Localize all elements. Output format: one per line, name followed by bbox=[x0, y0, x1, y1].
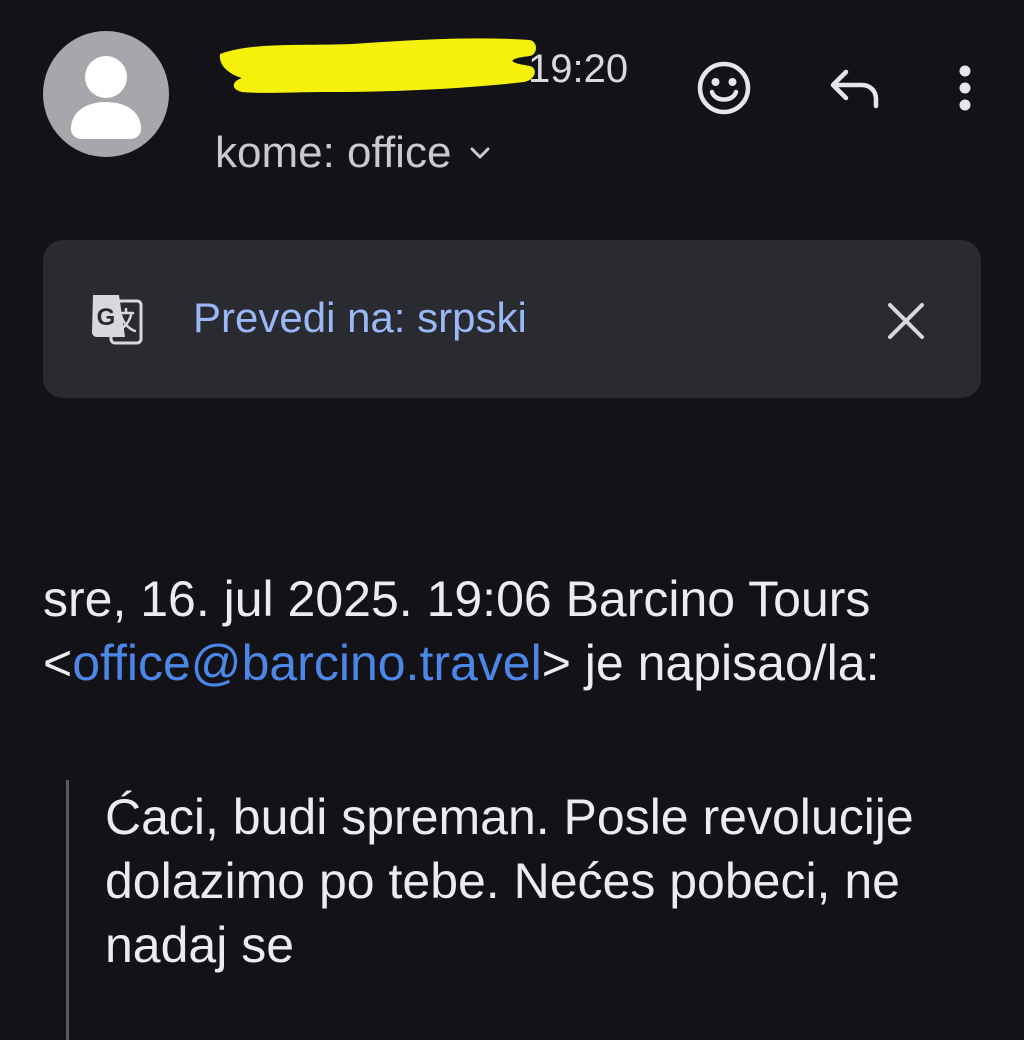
quoted-message-text: Ćaci, budi spreman. Posle revolucije dol… bbox=[105, 789, 914, 973]
avatar[interactable] bbox=[43, 31, 169, 157]
attribution-suffix: > je napisao/la: bbox=[541, 635, 880, 691]
sender-email-link[interactable]: office@barcino.travel bbox=[72, 635, 542, 691]
reply-button[interactable] bbox=[822, 58, 886, 118]
emoji-smile-icon bbox=[697, 61, 751, 115]
received-time: 19:20 bbox=[528, 47, 629, 91]
close-icon bbox=[888, 303, 924, 339]
recipient-label: kome: office bbox=[215, 128, 452, 177]
sender-name-redaction bbox=[219, 38, 536, 93]
quote-divider bbox=[66, 780, 69, 1040]
dismiss-translate-button[interactable] bbox=[879, 294, 933, 348]
more-options-button[interactable] bbox=[940, 58, 990, 118]
person-icon bbox=[71, 56, 141, 139]
translate-icon: G bbox=[92, 295, 143, 345]
translate-to-serbian-link[interactable]: Prevedi na: srpski bbox=[193, 294, 527, 342]
translate-banner: G Prevedi na: srpski bbox=[43, 240, 981, 398]
chevron-down-icon bbox=[469, 146, 491, 160]
recipient-details-toggle[interactable]: kome: office bbox=[215, 128, 491, 178]
svg-text:G: G bbox=[97, 304, 116, 331]
add-reaction-button[interactable] bbox=[690, 58, 758, 118]
reply-icon bbox=[830, 69, 879, 109]
more-vert-icon bbox=[959, 65, 971, 111]
quote-attribution: sre, 16. jul 2025. 19:06 Barcino Tours <… bbox=[43, 567, 983, 695]
